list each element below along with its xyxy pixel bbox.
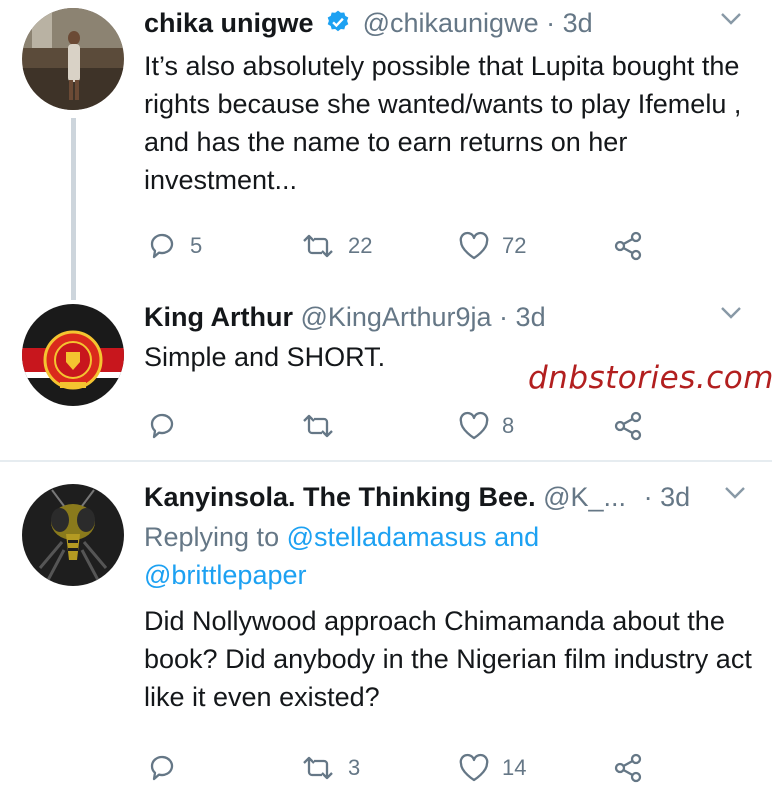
like-icon bbox=[458, 411, 490, 441]
timestamp[interactable]: 3d bbox=[516, 302, 546, 332]
reply-and-text: and bbox=[494, 522, 540, 552]
like-count: 8 bbox=[502, 413, 515, 438]
watermark-text: dnbstories.com bbox=[528, 360, 772, 396]
like-button[interactable]: 14 bbox=[458, 750, 526, 786]
share-icon bbox=[612, 410, 644, 442]
like-count: 72 bbox=[502, 233, 527, 258]
share-button[interactable] bbox=[612, 750, 644, 786]
avatar-kanyinsola[interactable] bbox=[22, 484, 124, 586]
thread-line bbox=[71, 118, 76, 300]
separator-dot: · bbox=[499, 302, 509, 332]
verified-badge-icon bbox=[325, 9, 351, 43]
avatar-chika-unigwe[interactable] bbox=[22, 8, 124, 110]
author-handle[interactable]: @chikaunigwe bbox=[363, 8, 539, 38]
chevron-down-icon[interactable] bbox=[720, 12, 742, 31]
retweet-icon bbox=[300, 411, 336, 441]
replying-to: Replying to @stelladamasus and @brittlep… bbox=[144, 518, 742, 594]
retweet-button[interactable]: 3 bbox=[300, 750, 360, 786]
separator-dot: · bbox=[546, 8, 556, 38]
retweet-button[interactable]: 22 bbox=[300, 228, 372, 264]
share-icon bbox=[612, 230, 644, 262]
tweet-text: It’s also absolutely possible that Lupit… bbox=[144, 51, 742, 195]
share-button[interactable] bbox=[612, 228, 644, 264]
retweet-icon bbox=[300, 231, 336, 261]
share-icon bbox=[612, 752, 644, 784]
reply-icon bbox=[148, 231, 178, 261]
reply-button[interactable]: 5 bbox=[148, 228, 202, 264]
retweet-icon bbox=[300, 753, 336, 783]
like-count: 14 bbox=[502, 755, 527, 780]
like-button[interactable]: 8 bbox=[458, 408, 514, 444]
separator-dot: · bbox=[643, 482, 653, 512]
replying-to-label: Replying to bbox=[144, 522, 280, 552]
like-icon bbox=[458, 753, 490, 783]
author-handle[interactable]: @K_... bbox=[543, 482, 626, 512]
retweet-button[interactable] bbox=[300, 408, 348, 444]
retweet-count: 3 bbox=[348, 755, 361, 780]
tweet-text: Did Nollywood approach Chimamanda about … bbox=[144, 606, 752, 712]
share-button[interactable] bbox=[612, 408, 644, 444]
avatar-king-arthur[interactable] bbox=[22, 304, 124, 406]
timestamp[interactable]: 3d bbox=[660, 482, 690, 512]
tweet-1[interactable]: chika unigwe @chikaunigwe · 3d It’s also… bbox=[0, 0, 772, 300]
like-button[interactable]: 72 bbox=[458, 228, 526, 264]
reply-icon bbox=[148, 753, 178, 783]
chevron-down-icon[interactable] bbox=[724, 486, 746, 505]
reply-user-link[interactable]: @brittlepaper bbox=[144, 560, 307, 590]
reply-count: 5 bbox=[190, 233, 203, 258]
retweet-count: 22 bbox=[348, 233, 373, 258]
author-name[interactable]: King Arthur bbox=[144, 302, 293, 332]
author-name[interactable]: chika unigwe bbox=[144, 8, 314, 38]
tweet-3[interactable]: Kanyinsola. The Thinking Bee. @K_... · 3… bbox=[0, 462, 772, 800]
reply-icon bbox=[148, 411, 178, 441]
reply-button[interactable] bbox=[148, 750, 190, 786]
timestamp[interactable]: 3d bbox=[563, 8, 593, 38]
like-icon bbox=[458, 231, 490, 261]
chevron-down-icon[interactable] bbox=[720, 306, 742, 325]
author-name[interactable]: Kanyinsola. The Thinking Bee. bbox=[144, 482, 536, 512]
reply-button[interactable] bbox=[148, 408, 190, 444]
reply-user-link[interactable]: @stelladamasus bbox=[287, 522, 487, 552]
author-handle[interactable]: @KingArthur9ja bbox=[301, 302, 492, 332]
